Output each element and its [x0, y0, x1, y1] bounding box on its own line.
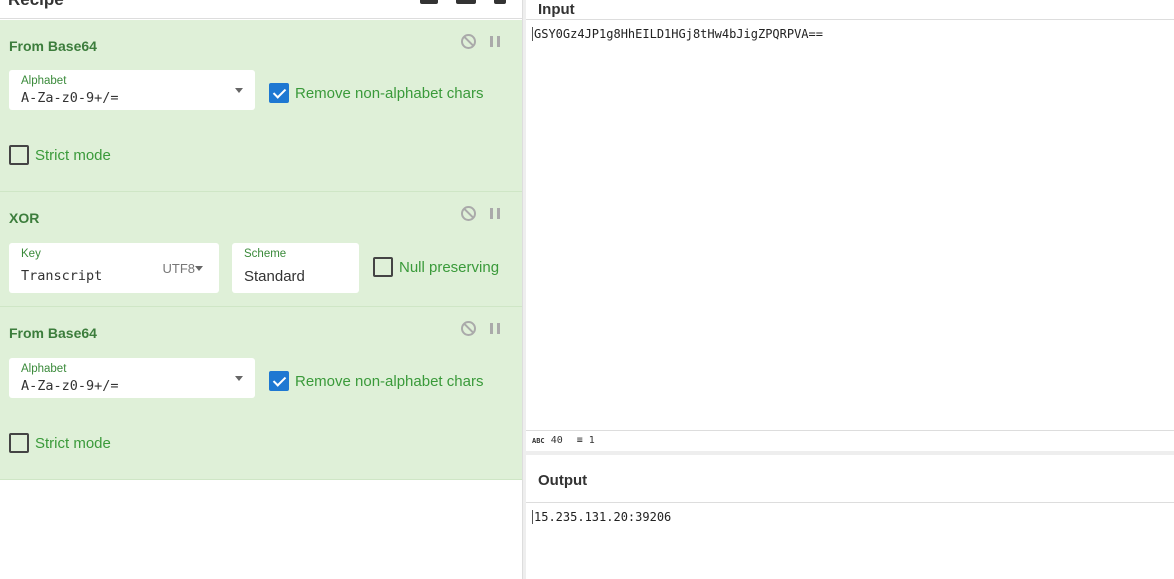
input-textarea[interactable]: GSY0Gz4JP1g8HhEILD1HGj8tHw4bJigZPQRPVA==: [532, 27, 823, 41]
length-value: 40: [550, 435, 563, 446]
recipe-title: Recipe: [8, 0, 64, 9]
null-preserving-checkbox[interactable]: Null preserving: [373, 257, 499, 277]
checkbox-checked-icon[interactable]: [269, 83, 289, 103]
pause-icon[interactable]: [490, 323, 500, 334]
load-icon[interactable]: [456, 0, 476, 4]
alphabet-label: Alphabet: [21, 363, 67, 375]
alphabet-value: A-Za-z0-9+/=: [21, 378, 119, 394]
abc-icon: ABC: [532, 437, 545, 445]
recipe-panel: Recipe From Base64 Alphabet A-Za-z0-9+/=…: [0, 0, 522, 579]
lines-icon: ≡: [576, 435, 583, 446]
alphabet-value: A-Za-z0-9+/=: [21, 90, 119, 106]
checkbox-icon[interactable]: [9, 145, 29, 165]
disable-icon[interactable]: [461, 34, 476, 49]
disable-icon[interactable]: [461, 321, 476, 336]
chevron-down-icon: [235, 376, 243, 385]
io-panel: Input GSY0Gz4JP1g8HhEILD1HGj8tHw4bJigZPQ…: [526, 0, 1174, 579]
strict-mode-checkbox[interactable]: Strict mode: [9, 433, 111, 453]
pause-icon[interactable]: [490, 208, 500, 219]
recipe-header: Recipe: [0, 0, 522, 19]
output-title: Output: [538, 472, 588, 489]
input-title: Input: [538, 1, 575, 18]
strict-mode-checkbox[interactable]: Strict mode: [9, 145, 111, 165]
checkbox-label: Null preserving: [399, 258, 500, 276]
checkbox-icon[interactable]: [373, 257, 393, 277]
op-xor[interactable]: XOR Key Transcript UTF8 Scheme Standard …: [0, 192, 522, 307]
scheme-select[interactable]: Scheme Standard: [232, 243, 359, 293]
checkbox-label: Strict mode: [35, 146, 111, 164]
checkbox-label: Remove non-alphabet chars: [295, 84, 484, 102]
key-value: Transcript: [21, 268, 103, 284]
alphabet-select[interactable]: Alphabet A-Za-z0-9+/=: [9, 70, 255, 110]
output-header: Output: [526, 455, 1174, 503]
op-title: XOR: [9, 210, 40, 226]
checkbox-checked-icon[interactable]: [269, 371, 289, 391]
input-status-bar: ABC 40 ≡ 1: [526, 430, 1174, 451]
output-textarea[interactable]: 15.235.131.20:39206: [532, 510, 671, 524]
save-icon[interactable]: [420, 0, 438, 4]
scheme-value: Standard: [244, 268, 305, 285]
pause-icon[interactable]: [490, 36, 500, 47]
lines-value: 1: [588, 435, 595, 446]
checkbox-icon[interactable]: [9, 433, 29, 453]
op-from-base64-2[interactable]: From Base64 Alphabet A-Za-z0-9+/= Remove…: [0, 307, 522, 480]
key-label: Key: [21, 248, 41, 260]
op-title: From Base64: [9, 38, 97, 54]
chevron-down-icon: [235, 88, 243, 97]
chevron-down-icon: [195, 266, 203, 275]
checkbox-label: Remove non-alphabet chars: [295, 372, 484, 390]
disable-icon[interactable]: [461, 206, 476, 221]
checkbox-label: Strict mode: [35, 434, 111, 452]
alphabet-select[interactable]: Alphabet A-Za-z0-9+/=: [9, 358, 255, 398]
op-title: From Base64: [9, 325, 97, 341]
input-header: Input: [526, 0, 1174, 20]
remove-nonalphabet-checkbox[interactable]: Remove non-alphabet chars: [269, 371, 483, 391]
lines-indicator: ≡ 1: [577, 435, 595, 447]
remove-nonalphabet-checkbox[interactable]: Remove non-alphabet chars: [269, 83, 483, 103]
length-indicator: ABC 40: [532, 435, 563, 447]
op-from-base64-1[interactable]: From Base64 Alphabet A-Za-z0-9+/= Remove…: [0, 20, 522, 192]
alphabet-label: Alphabet: [21, 75, 67, 87]
key-encoding-dropdown[interactable]: UTF8: [163, 261, 196, 276]
key-input[interactable]: Key Transcript UTF8: [9, 243, 219, 293]
trash-icon[interactable]: [494, 0, 506, 4]
scheme-label: Scheme: [244, 248, 287, 260]
